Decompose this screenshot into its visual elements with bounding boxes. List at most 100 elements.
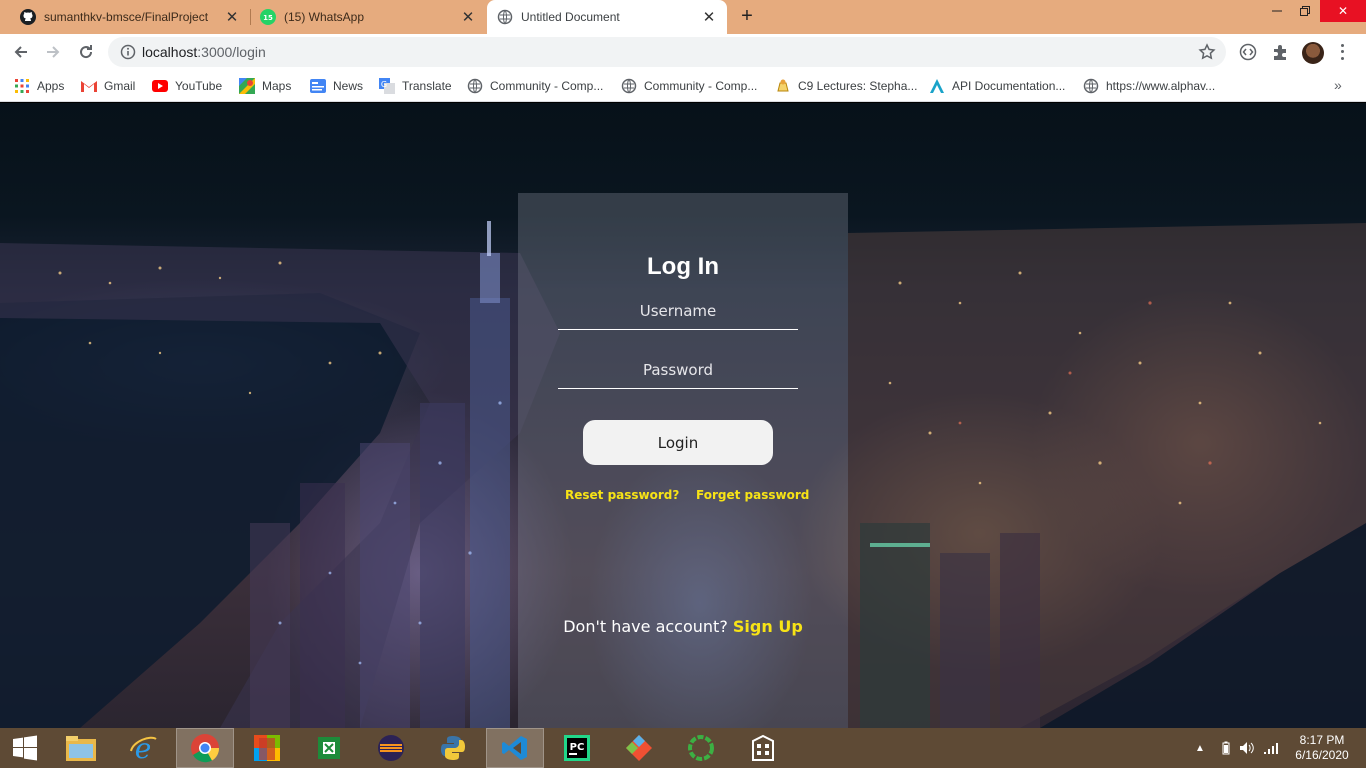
system-clock[interactable]: 8:17 PM 6/16/2020 xyxy=(1292,733,1352,763)
bookmark-maps[interactable]: Maps xyxy=(239,76,291,96)
tab-github[interactable]: sumanthkv-bmsce/FinalProject ✕ xyxy=(10,0,250,34)
bookmark-label: Community - Comp... xyxy=(490,79,604,93)
translate-icon: G xyxy=(379,78,395,94)
login-page-background: Log In Login Reset password? Forget pass… xyxy=(0,103,1366,728)
tray-overflow-chevron-icon[interactable]: ▲ xyxy=(1192,740,1208,756)
chrome-menu-icon[interactable] xyxy=(1336,42,1348,62)
apps-grid-icon xyxy=(14,78,30,94)
clock-time: 8:17 PM xyxy=(1299,733,1345,747)
svg-text:PC: PC xyxy=(570,742,585,753)
windows-start-icon[interactable] xyxy=(0,728,50,768)
tab-strip: sumanthkv-bmsce/FinalProject ✕ 15 (15) W… xyxy=(0,0,1366,34)
bookmark-news[interactable]: News xyxy=(310,76,363,96)
bookmark-community-2[interactable]: Community - Comp... xyxy=(621,76,757,96)
c9-icon xyxy=(775,78,791,94)
bookmark-community-1[interactable]: Community - Comp... xyxy=(467,76,603,96)
extensions-puzzle-icon[interactable] xyxy=(1270,42,1290,62)
vscode-icon[interactable] xyxy=(486,728,544,768)
eclipse-icon[interactable] xyxy=(362,728,420,768)
bookmark-label: Gmail xyxy=(104,79,136,93)
bookmark-youtube[interactable]: YouTube xyxy=(152,76,222,96)
bookmark-apps[interactable]: Apps xyxy=(14,76,64,96)
address-bar[interactable]: localhost:3000/login xyxy=(108,37,1226,67)
new-tab-button[interactable]: + xyxy=(736,6,758,28)
chrome-icon[interactable] xyxy=(176,728,234,768)
sign-up-link[interactable]: Sign Up xyxy=(733,617,803,636)
office-icon[interactable] xyxy=(238,728,296,768)
whatsapp-badge: 15 xyxy=(263,14,273,22)
tab-untitled-document[interactable]: Untitled Document ✕ xyxy=(487,0,727,34)
reset-password-link[interactable]: Reset password? xyxy=(565,488,679,502)
globe-icon xyxy=(621,78,637,94)
restore-icon[interactable] xyxy=(1290,0,1320,22)
bookmark-label: https://www.alphav... xyxy=(1106,79,1216,93)
building-app-icon[interactable] xyxy=(734,728,792,768)
login-card: Log In Login Reset password? Forget pass… xyxy=(518,193,848,728)
globe-icon xyxy=(467,78,483,94)
tab-title: (15) WhatsApp xyxy=(284,10,365,24)
bookmarks-bar: Apps Gmail YouTube Maps News G Translate xyxy=(0,70,1366,102)
code-extension-icon[interactable] xyxy=(1238,42,1258,62)
bookmark-alphavantage[interactable]: https://www.alphav... xyxy=(1083,76,1215,96)
close-tab-icon[interactable]: ✕ xyxy=(701,9,717,26)
minimize-icon[interactable] xyxy=(1262,0,1292,22)
youtube-icon xyxy=(152,78,168,94)
excel-icon[interactable] xyxy=(300,728,358,768)
gmail-icon xyxy=(81,78,97,94)
tab-title: sumanthkv-bmsce/FinalProject xyxy=(44,10,209,24)
forget-password-link[interactable]: Forget password xyxy=(696,488,809,502)
more-bookmarks-chevron-icon[interactable]: » xyxy=(1334,77,1342,93)
back-icon[interactable] xyxy=(9,40,33,64)
login-title: Log In xyxy=(647,253,719,280)
git-icon[interactable] xyxy=(610,728,668,768)
news-icon xyxy=(310,78,326,94)
pycharm-icon[interactable]: PC xyxy=(548,728,606,768)
bookmark-c9-lectures[interactable]: C9 Lectures: Stepha... xyxy=(775,76,917,96)
bookmark-gmail[interactable]: Gmail xyxy=(81,76,135,96)
bookmark-label: API Documentation... xyxy=(952,79,1066,93)
maps-icon xyxy=(239,78,255,94)
url-text: localhost:3000/login xyxy=(142,44,266,60)
bookmark-label: C9 Lectures: Stepha... xyxy=(798,79,918,93)
password-input[interactable] xyxy=(558,351,798,388)
url-path: :3000/login xyxy=(197,44,266,60)
bookmark-label: Translate xyxy=(402,79,452,93)
battery-icon[interactable] xyxy=(1218,740,1234,756)
close-tab-icon[interactable]: ✕ xyxy=(460,9,476,26)
browser-toolbar: localhost:3000/login xyxy=(0,34,1366,70)
python-icon[interactable] xyxy=(424,728,482,768)
green-ring-app-icon[interactable] xyxy=(672,728,730,768)
tab-title: Untitled Document xyxy=(521,10,620,24)
bookmark-api-documentation[interactable]: API Documentation... xyxy=(929,76,1065,96)
github-icon xyxy=(20,9,36,25)
signup-prompt: Don't have account? xyxy=(563,617,728,636)
windows-taskbar: e PC ▲ 8:17 PM 6/16/2020 xyxy=(0,728,1366,768)
bookmark-star-icon[interactable] xyxy=(1198,43,1216,61)
close-tab-icon[interactable]: ✕ xyxy=(224,9,240,26)
forward-icon[interactable] xyxy=(41,40,65,64)
profile-avatar[interactable] xyxy=(1302,42,1324,64)
network-signal-icon[interactable] xyxy=(1263,740,1279,756)
tab-whatsapp[interactable]: 15 (15) WhatsApp ✕ xyxy=(250,0,486,34)
bookmark-label: Apps xyxy=(37,79,65,93)
internet-explorer-icon[interactable]: e xyxy=(114,728,172,768)
reload-icon[interactable] xyxy=(74,40,98,64)
file-explorer-icon[interactable] xyxy=(52,728,110,768)
bookmark-label: News xyxy=(333,79,364,93)
signup-row: Don't have account? Sign Up xyxy=(518,617,848,636)
bookmark-label: YouTube xyxy=(175,79,223,93)
window-close-icon[interactable]: ✕ xyxy=(1320,0,1366,22)
bookmark-label: Community - Comp... xyxy=(644,79,758,93)
globe-icon xyxy=(497,9,513,25)
info-icon[interactable] xyxy=(120,44,136,60)
username-input[interactable] xyxy=(558,292,798,329)
url-host: localhost xyxy=(142,44,198,60)
api-icon xyxy=(929,78,945,94)
volume-icon[interactable] xyxy=(1239,740,1255,756)
password-field-container xyxy=(558,351,798,389)
svg-text:G: G xyxy=(381,80,387,89)
login-button[interactable]: Login xyxy=(583,420,773,465)
bookmark-translate[interactable]: G Translate xyxy=(379,76,452,96)
globe-icon xyxy=(1083,78,1099,94)
clock-date: 6/16/2020 xyxy=(1295,748,1349,762)
